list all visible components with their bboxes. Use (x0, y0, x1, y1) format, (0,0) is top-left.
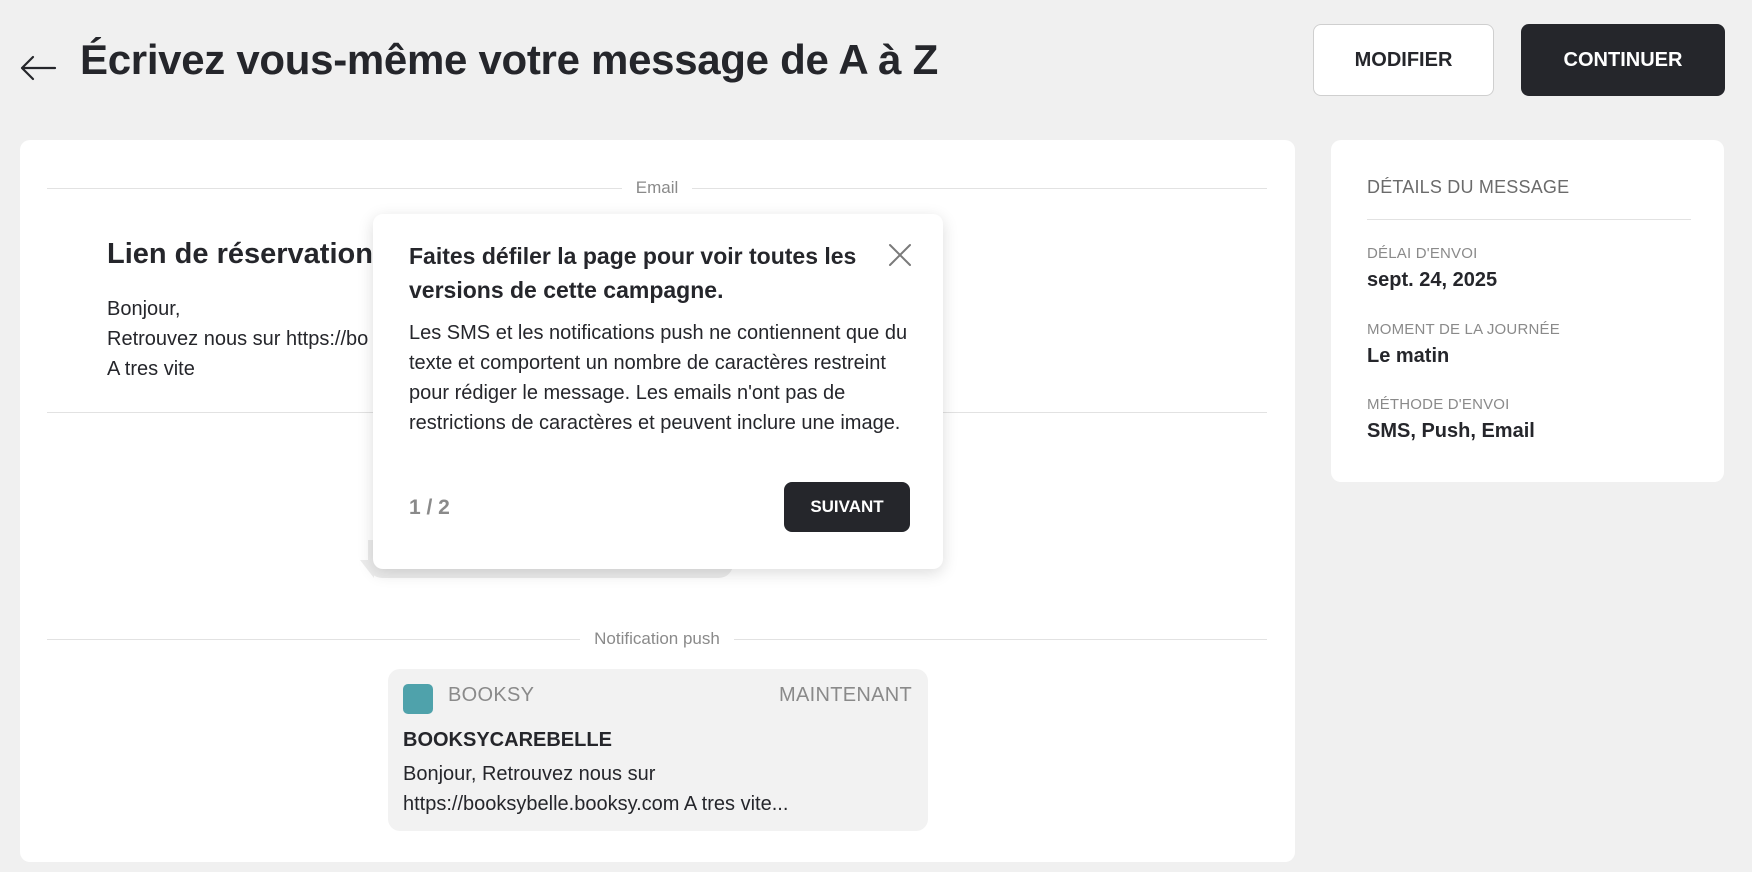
push-body: Bonjour, Retrouvez nous sur https://book… (403, 763, 789, 815)
send-method-value: SMS, Push, Email (1367, 420, 1535, 442)
email-body-line: Retrouvez nous sur https://bo (107, 328, 369, 350)
send-delay-label: DÉLAI D'ENVOI (1367, 245, 1478, 262)
email-body: Bonjour, Retrouvez nous sur https://bo A… (107, 294, 368, 384)
tooltip-step-counter: 1 / 2 (409, 496, 450, 519)
email-section-label: Email (635, 178, 679, 197)
email-section-divider: Email (47, 177, 1268, 199)
back-button[interactable] (18, 48, 58, 88)
time-of-day-label: MOMENT DE LA JOURNÉE (1367, 321, 1560, 338)
email-body-line: A tres vite (107, 358, 195, 380)
details-divider (1367, 219, 1691, 220)
email-subject: Lien de réservation (107, 238, 373, 270)
send-method-label: MÉTHODE D'ENVOI (1367, 396, 1510, 413)
send-delay-value: sept. 24, 2025 (1367, 269, 1498, 291)
booksy-app-icon (403, 684, 433, 714)
close-icon (889, 244, 911, 266)
page-title: Écrivez vous-même votre message de A à Z (80, 36, 938, 83)
push-section-label: Notification push (594, 629, 720, 648)
tooltip-body: Les SMS et les notifications push ne con… (409, 322, 908, 434)
push-title: BOOKSYCAREBELLE (403, 729, 612, 751)
tooltip-close-button[interactable] (885, 240, 915, 270)
modify-button[interactable]: MODIFIER (1313, 24, 1494, 96)
message-details-card: DÉTAILS DU MESSAGE DÉLAI D'ENVOI sept. 2… (1331, 140, 1724, 482)
details-heading: DÉTAILS DU MESSAGE (1367, 177, 1570, 197)
time-of-day-value: Le matin (1367, 345, 1450, 367)
push-notification-preview: BOOKSY MAINTENANT BOOKSYCAREBELLE Bonjou… (388, 669, 928, 831)
push-section-divider: Notification push (47, 628, 1267, 650)
onboarding-tooltip: Faites défiler la page pour voir toutes … (373, 214, 943, 569)
tooltip-next-button[interactable]: SUIVANT (784, 482, 910, 532)
continue-button[interactable]: CONTINUER (1521, 24, 1725, 96)
header: Écrivez vous-même votre message de A à Z… (0, 0, 1752, 130)
arrow-left-icon (20, 55, 57, 81)
email-body-line: Bonjour, (107, 298, 181, 320)
sms-bubble-tail (360, 560, 374, 578)
push-time: MAINTENANT (779, 684, 912, 706)
push-app-name: BOOKSY (448, 684, 535, 706)
tooltip-title: Faites défiler la page pour voir toutes … (409, 243, 857, 303)
